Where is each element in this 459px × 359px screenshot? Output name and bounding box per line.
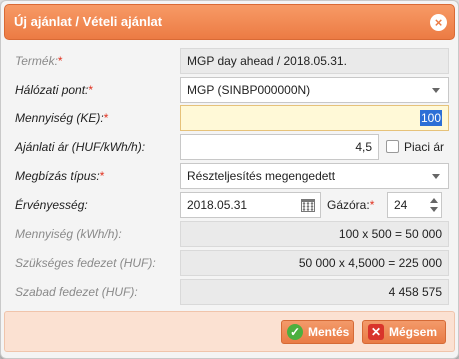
ajanlati-ar-label: Ajánlati ár (HUF/kWh/h): [15, 140, 146, 154]
dialog-footer: ✓ Mentés ✕ Mégsem [4, 311, 455, 352]
dialog-titlebar: Új ajánlat / Vételi ajánlat × [4, 4, 455, 40]
x-icon: ✕ [368, 324, 384, 340]
ervenyesseg-date-input[interactable]: 2018.05.31 [180, 192, 321, 218]
gazora-spinner[interactable]: 24 [387, 192, 442, 218]
save-button[interactable]: ✓ Mentés [281, 320, 354, 344]
termek-label: Termék:* [15, 54, 63, 68]
szabad-fedezet-field: 4 458 575 [180, 279, 449, 305]
halozati-pont-select[interactable]: MGP (SINBP000000N) [180, 77, 449, 103]
szukseges-fedezet-label: Szükséges fedezet (HUF): [15, 256, 156, 270]
save-button-label: Mentés [308, 325, 350, 339]
ajanlati-ar-input[interactable]: 4,5 [180, 134, 379, 160]
gazora-label: Gázóra:* [327, 198, 375, 212]
row-termek: Termék:* MGP day ahead / 2018.05.31. [15, 48, 449, 74]
calendar-icon[interactable] [301, 199, 315, 212]
mennyiseg-kwh-label: Mennyiség (kWh/h): [15, 227, 122, 241]
piaci-ar-label: Piaci ár [404, 140, 445, 154]
termek-field: MGP day ahead / 2018.05.31. [180, 48, 449, 74]
megbizas-tipus-select[interactable]: Részteljesítés megengedett [180, 163, 449, 189]
row-halozati-pont: Hálózati pont:* MGP (SINBP000000N) [15, 77, 449, 103]
row-szukseges-fedezet: Szükséges fedezet (HUF): 50 000 x 4,5000… [15, 250, 449, 276]
spinner-arrows-icon[interactable] [429, 195, 439, 215]
gazora-value: 24 [394, 198, 408, 212]
dialog-title: Új ajánlat / Vételi ajánlat [14, 14, 163, 29]
row-megbizas-tipus: Megbízás típus:* Részteljesítés megenged… [15, 163, 449, 189]
halozati-pont-label: Hálózati pont:* [15, 83, 94, 97]
ervenyesseg-date-value: 2018.05.31 [187, 198, 248, 212]
megbizas-tipus-label: Megbízás típus:* [15, 169, 105, 183]
cancel-button[interactable]: ✕ Mégsem [362, 320, 446, 344]
mennyiseg-ke-input[interactable]: 100 [180, 105, 449, 131]
piaci-ar-checkbox[interactable] [386, 140, 399, 153]
szabad-fedezet-label: Szabad fedezet (HUF): [15, 285, 138, 299]
ervenyesseg-label: Érvényesség: [15, 198, 88, 212]
check-icon: ✓ [287, 324, 303, 340]
mennyiseg-ke-value: 100 [419, 110, 442, 126]
mennyiseg-kwh-field: 100 x 500 = 50 000 [180, 221, 449, 247]
row-mennyiseg-ke: Mennyiség (KE):* 100 [15, 105, 449, 131]
close-icon[interactable]: × [430, 14, 447, 31]
row-ervenyesseg: Érvényesség: 2018.05.31 Gázóra:* 24 [15, 192, 448, 218]
row-mennyiseg-kwh: Mennyiség (kWh/h): 100 x 500 = 50 000 [15, 221, 449, 247]
row-ajanlati-ar: Ajánlati ár (HUF/kWh/h): 4,5 Piaci ár [15, 134, 448, 160]
row-szabad-fedezet: Szabad fedezet (HUF): 4 458 575 [15, 279, 449, 305]
mennyiseg-ke-label: Mennyiség (KE):* [15, 111, 109, 125]
szukseges-fedezet-field: 50 000 x 4,5000 = 225 000 [180, 250, 449, 276]
cancel-button-label: Mégsem [389, 325, 438, 339]
new-offer-dialog: Új ajánlat / Vételi ajánlat × Termék:* M… [0, 0, 459, 359]
